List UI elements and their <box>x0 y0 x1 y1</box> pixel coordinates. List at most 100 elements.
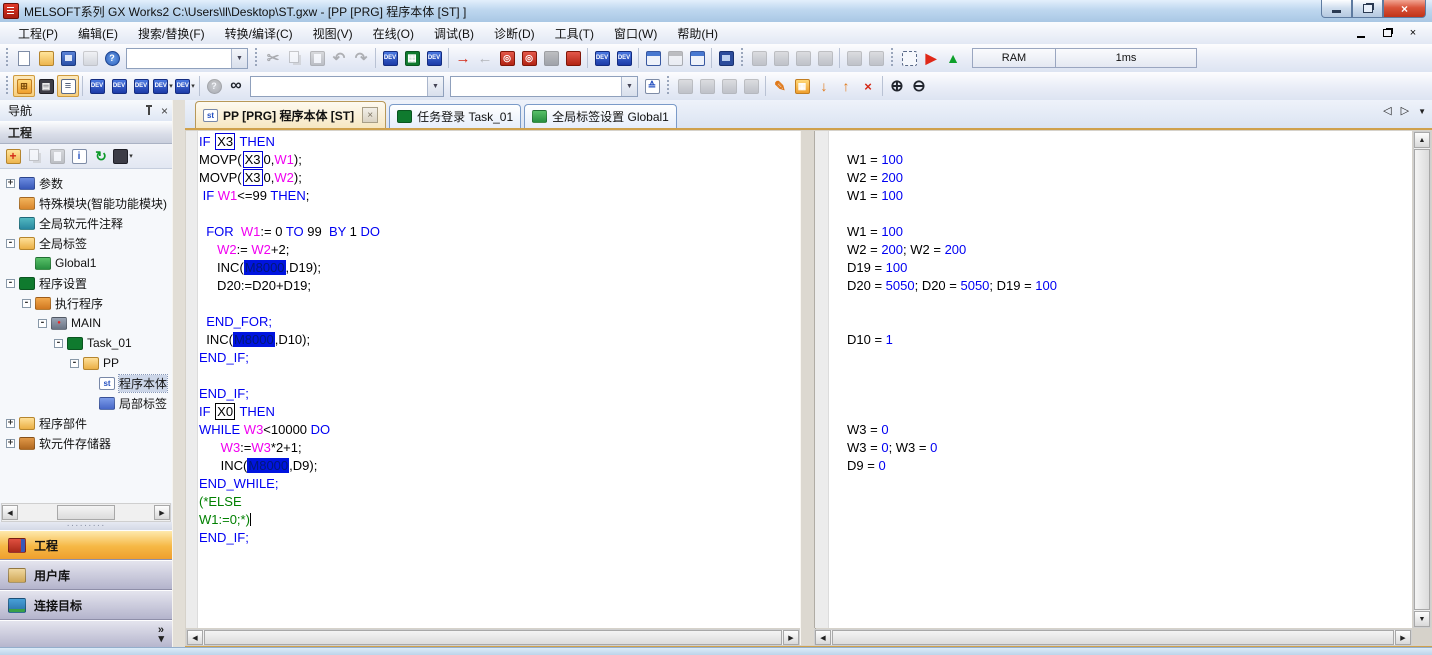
watch-window-icon[interactable] <box>641 75 663 97</box>
tree-expander-icon[interactable]: - <box>70 359 79 368</box>
selection-mode-icon[interactable] <box>898 47 920 69</box>
program-check-icon[interactable] <box>942 47 964 69</box>
menu-item[interactable]: 工程(P) <box>8 22 68 45</box>
toolbar-grip[interactable] <box>666 76 671 96</box>
new-data-icon[interactable] <box>2 145 24 167</box>
copy-icon[interactable] <box>284 47 306 69</box>
zoom-in-icon[interactable] <box>886 75 908 97</box>
menu-item[interactable]: 视图(V) <box>303 22 363 45</box>
bookmark-set-icon[interactable] <box>769 75 791 97</box>
monitor-start-icon[interactable] <box>496 47 518 69</box>
device-comment-search-icon[interactable] <box>86 75 108 97</box>
combo-dropdown-icon[interactable]: ▼ <box>231 49 247 68</box>
document-tab[interactable]: PP [PRG] 程序本体 [ST]× <box>195 101 386 128</box>
device-batch-replace-icon[interactable] <box>130 75 152 97</box>
device-batch-monitor-icon[interactable] <box>613 47 635 69</box>
mdi-restore-button[interactable] <box>1380 27 1394 39</box>
tree-expander-icon[interactable]: + <box>6 439 15 448</box>
bookmark-delete-icon[interactable] <box>857 75 879 97</box>
tree-expander-icon[interactable]: - <box>54 339 63 348</box>
document-tab[interactable]: 任务登录 Task_01 <box>389 104 521 128</box>
redo-icon[interactable] <box>350 47 372 69</box>
document-tab[interactable]: 全局标签设置 Global1 <box>524 104 677 128</box>
scroll-right-icon[interactable]: ▶ <box>1395 630 1411 645</box>
scroll-right-icon[interactable]: ▶ <box>154 505 170 520</box>
close-button[interactable]: × <box>1383 0 1426 18</box>
menu-item[interactable]: 转换/编译(C) <box>215 22 303 45</box>
scrollbar-thumb[interactable] <box>204 630 782 645</box>
word-up-icon[interactable] <box>835 75 857 97</box>
device-display-icon[interactable] <box>379 47 401 69</box>
toolbar-grip[interactable] <box>890 48 895 68</box>
toolbar-grip[interactable] <box>5 76 10 96</box>
device-search-icon[interactable]: ▾ <box>174 75 196 97</box>
navigation-window-icon[interactable] <box>13 75 35 97</box>
tree-item-task[interactable]: -Task_01 <box>0 333 172 353</box>
device-monitor-icon[interactable] <box>591 47 613 69</box>
partial-execution-icon[interactable] <box>792 47 814 69</box>
tree-expander-icon[interactable]: - <box>6 279 15 288</box>
print-icon[interactable] <box>79 47 101 69</box>
nav-button-connection[interactable]: 连接目标 <box>0 590 172 620</box>
tree-item-program-parts[interactable]: +程序部件 <box>0 413 172 433</box>
menu-item[interactable]: 调试(B) <box>424 22 484 45</box>
menu-item[interactable]: 工具(T) <box>545 22 604 45</box>
output-window-icon[interactable] <box>57 75 79 97</box>
combo-dropdown-icon[interactable]: ▼ <box>621 77 637 96</box>
nav-button-user-library[interactable]: 用户库 <box>0 560 172 590</box>
scroll-right-icon[interactable]: ▶ <box>783 630 799 645</box>
scroll-down-icon[interactable]: ▼ <box>1414 611 1430 627</box>
pin-icon[interactable] <box>145 105 153 116</box>
code-horizontal-scrollbar[interactable]: ◀ ▶ <box>186 629 800 646</box>
scroll-left-icon[interactable]: ◀ <box>815 630 831 645</box>
watch-start-icon[interactable] <box>540 47 562 69</box>
local-help-icon[interactable] <box>203 75 225 97</box>
remote-operation-icon[interactable] <box>715 47 737 69</box>
find-target-combo[interactable]: ▼ <box>250 76 444 97</box>
dropdown-arrow-icon[interactable]: ▾ <box>169 82 173 90</box>
tree-expander-icon[interactable]: - <box>22 299 31 308</box>
tree-item-device-comment[interactable]: 全局软元件注释 <box>0 213 172 233</box>
tree-item-local-label[interactable]: 局部标签 <box>0 393 172 413</box>
device-display-toggle-icon[interactable]: ▾ <box>152 75 174 97</box>
break-clear-icon[interactable] <box>865 47 887 69</box>
save-icon[interactable] <box>57 47 79 69</box>
dropdown-arrow-icon[interactable]: ▾ <box>129 152 133 160</box>
chevron-down-icon[interactable]: ▾ <box>158 635 164 644</box>
menu-item[interactable]: 诊断(D) <box>484 22 545 45</box>
tree-item-global-label[interactable]: -全局标签 <box>0 233 172 253</box>
undo-icon[interactable] <box>328 47 350 69</box>
restore-button[interactable] <box>1352 0 1383 18</box>
bookmark-list-icon[interactable] <box>791 75 813 97</box>
program-run-icon[interactable] <box>920 47 942 69</box>
copy-data-icon[interactable] <box>24 145 46 167</box>
nav-close-icon[interactable]: × <box>161 106 168 116</box>
tree-expander-icon[interactable]: - <box>6 239 15 248</box>
monitor-stop-icon[interactable] <box>518 47 540 69</box>
device-memory-search-icon[interactable] <box>108 75 130 97</box>
tree-item-exec-program[interactable]: -执行程序 <box>0 293 172 313</box>
tree-item-global-label-item[interactable]: Global1 <box>0 253 172 273</box>
cascade-window-icon[interactable] <box>686 47 708 69</box>
vertical-scrollbar[interactable]: ▲ ▼ <box>1413 131 1431 628</box>
tab-close-icon[interactable]: × <box>362 107 378 123</box>
mdi-minimize-button[interactable] <box>1354 27 1368 39</box>
device-test-icon[interactable] <box>423 47 445 69</box>
menu-item[interactable]: 编辑(E) <box>68 22 128 45</box>
intelligent-module-icon[interactable] <box>35 75 57 97</box>
ladder-monitor-icon[interactable] <box>401 47 423 69</box>
nav-button-project[interactable]: 工程 <box>0 530 172 560</box>
close-window-icon[interactable] <box>664 47 686 69</box>
loop-execution-icon[interactable] <box>814 47 836 69</box>
watch-stop-icon[interactable] <box>562 47 584 69</box>
minimize-button[interactable] <box>1321 0 1352 18</box>
nav-more-strip[interactable]: » ▾ <box>0 620 172 648</box>
break-set-icon[interactable] <box>843 47 865 69</box>
scrollbar-thumb[interactable] <box>832 630 1394 645</box>
skip-execution-icon[interactable] <box>770 47 792 69</box>
sort-menu-icon[interactable]: ▾ <box>112 145 134 167</box>
st-code-editor[interactable]: IF X3 THENMOVP(X30,W1);MOVP(X30,W2); IF … <box>186 131 801 628</box>
inline-comment-icon[interactable] <box>674 75 696 97</box>
tree-expander-icon[interactable]: + <box>6 179 15 188</box>
open-icon[interactable] <box>35 47 57 69</box>
